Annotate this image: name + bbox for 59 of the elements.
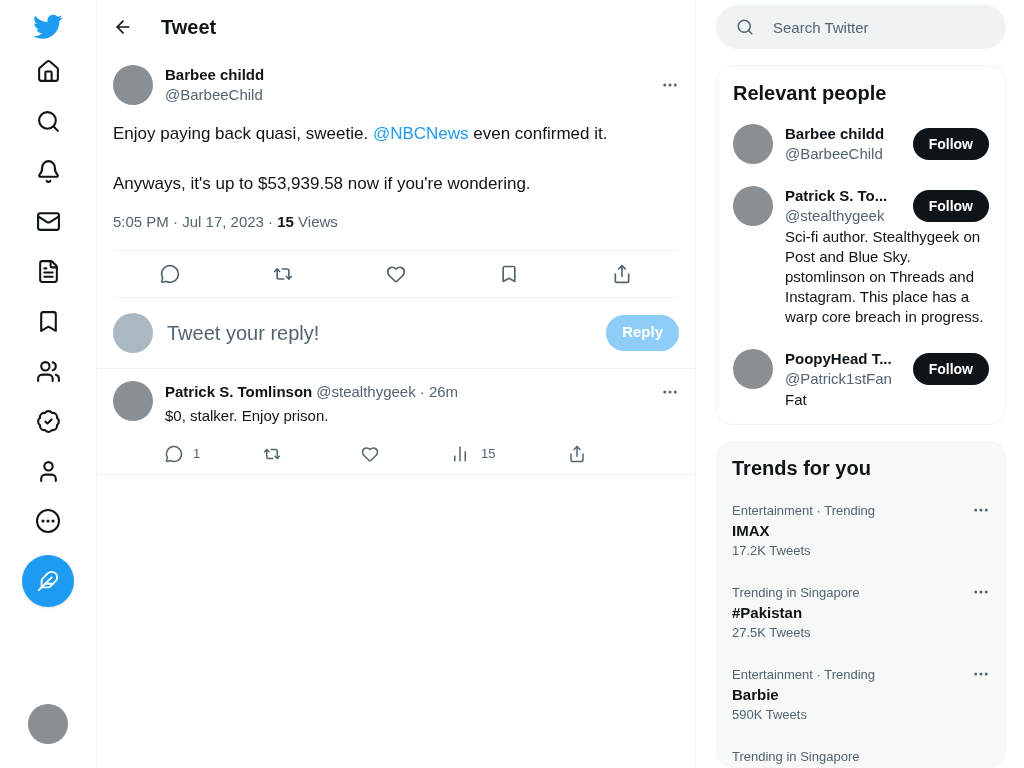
reply-icon[interactable]: [159, 263, 180, 284]
follow-button[interactable]: Follow: [912, 353, 989, 385]
person-avatar[interactable]: [733, 349, 773, 389]
person-bio: Sci-fi author. Stealthygeek on Post and Blue Sky. pstomlinson on Threads and Instagram. This place has a warp core breach in progress.: [785, 227, 985, 327]
follow-button[interactable]: Follow: [912, 128, 989, 160]
tweet-text: Anyways, it's up to $53,939.58 now if you're wondering.: [113, 173, 532, 195]
trend-name[interactable]: #Pakistan: [732, 603, 972, 623]
compose-tweet-button[interactable]: [22, 555, 74, 607]
panel-title: Trends for you: [732, 456, 872, 481]
home-icon[interactable]: [35, 58, 61, 84]
person-handle[interactable]: @stealthygeek: [785, 206, 913, 226]
bird-logo-icon[interactable]: [33, 14, 63, 40]
share-icon[interactable]: [612, 263, 633, 284]
page-title: Tweet: [161, 14, 217, 40]
person-name[interactable]: Patrick S. To...: [785, 186, 913, 206]
reply-icon[interactable]: [165, 444, 183, 463]
reply-count: 1: [193, 444, 201, 463]
person-avatar[interactable]: [733, 186, 773, 226]
like-icon[interactable]: [385, 263, 406, 284]
person-bio: Fat: [785, 390, 808, 410]
views-chart-icon[interactable]: [451, 444, 469, 463]
trend-context: Trending in Singapore: [732, 584, 861, 602]
person-name[interactable]: PoopyHead T...: [785, 349, 913, 369]
replier-name[interactable]: Patrick S. Tomlinson: [165, 380, 313, 403]
author-avatar[interactable]: [113, 65, 153, 105]
person-handle[interactable]: @Patrick1stFan: [785, 369, 913, 389]
tweet-timestamp[interactable]: 5:05 PM · Jul 17, 2023 · 15 Views: [113, 213, 338, 230]
follow-button[interactable]: Follow: [912, 190, 989, 222]
trend-tweet-count: 17.2K Tweets: [732, 542, 812, 560]
trend-context: Entertainment · Trending: [732, 502, 877, 520]
bell-icon[interactable]: [35, 158, 61, 184]
search-icon[interactable]: [35, 108, 61, 134]
author-handle[interactable]: @BarbeeChild: [165, 85, 649, 105]
user-avatar: [113, 312, 153, 353]
view-count: 15: [481, 444, 496, 463]
trend-context: Entertainment · Trending: [732, 666, 877, 684]
replier-handle[interactable]: @stealthygeek: [316, 380, 416, 403]
trend-tweet-count: 27.5K Tweets: [732, 624, 812, 642]
panel-title: Relevant people: [733, 81, 888, 106]
more-icon[interactable]: [35, 508, 61, 534]
account-avatar[interactable]: [28, 704, 68, 744]
author-name[interactable]: Barbee childd: [165, 65, 649, 85]
trend-name[interactable]: Barbie: [732, 685, 972, 705]
reply-text: $0, stalker. Enjoy prison.: [165, 406, 330, 426]
person-avatar[interactable]: [733, 124, 773, 164]
verified-badge-icon[interactable]: [35, 408, 61, 434]
replier-avatar[interactable]: [113, 380, 153, 421]
people-icon[interactable]: [35, 358, 61, 384]
person-handle[interactable]: @BarbeeChild: [785, 144, 913, 164]
search-icon: [736, 18, 754, 36]
share-icon[interactable]: [568, 444, 586, 463]
trend-tweet-count: 590K Tweets: [732, 706, 808, 724]
trend-name[interactable]: IMAX: [732, 521, 972, 541]
person-name[interactable]: Barbee childd: [785, 124, 913, 144]
trend-context: Trending in Singapore: [732, 748, 861, 766]
reply-time[interactable]: · 26m: [419, 380, 459, 403]
search-field[interactable]: Search Twitter: [716, 5, 1006, 49]
like-icon[interactable]: [361, 444, 379, 463]
tweet-text: Enjoy paying back quasi, sweetie. @NBCNews even confirmed it.: [113, 123, 609, 145]
